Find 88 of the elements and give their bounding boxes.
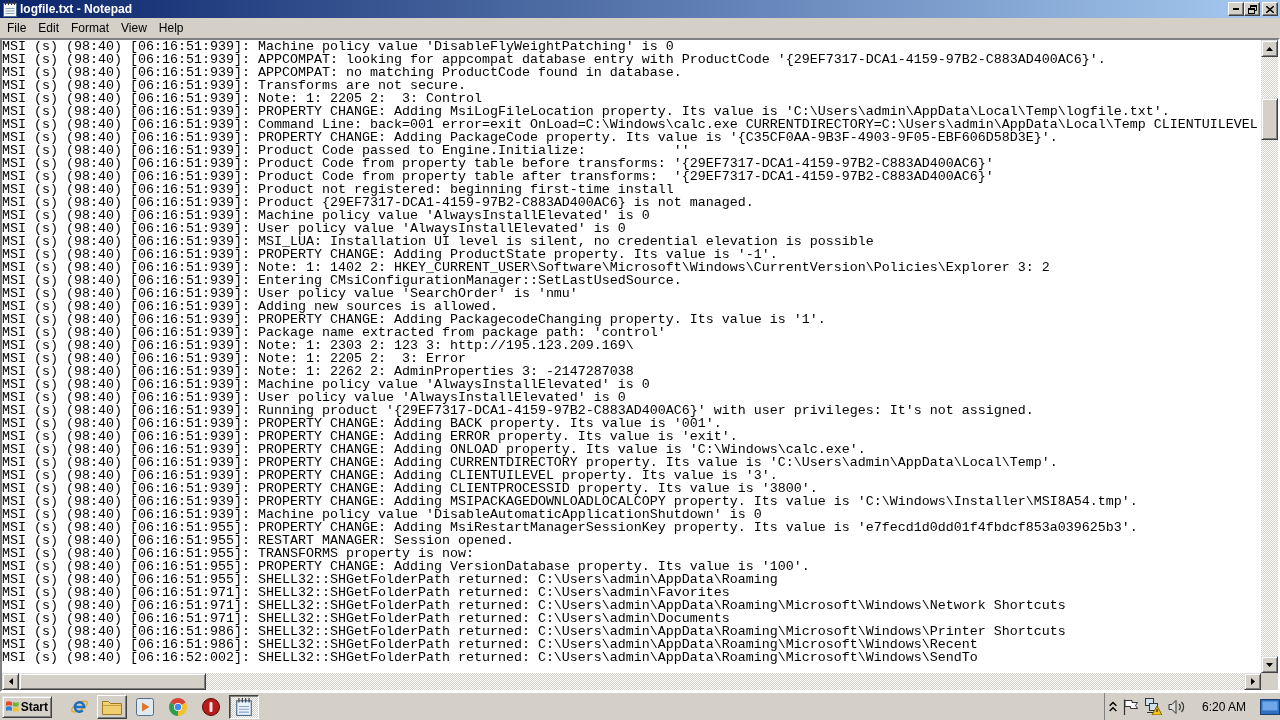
log-line: MSI (s) (98:40) [06:16:51:939]: PROPERTY CHANGE: Adding CLIENTUILEVEL property. Its value is '3'. [2,469,778,482]
log-line: MSI (s) (98:40) [06:16:51:939]: Product not registered: beginning first-time install [2,183,674,196]
log-line: MSI (s) (98:40) [06:16:51:939]: PROPERTY CHANGE: Adding ONLOAD property. Its value is 'C:\Windows\calc.exe'. [2,443,866,456]
log-line: MSI (s) (98:40) [06:16:51:939]: Machine policy value 'DisableAutomaticApplicationShutdown' is 0 [2,508,762,521]
log-line: MSI (s) (98:40) [06:16:51:939]: Transforms are not secure. [2,79,466,92]
window-title: logfile.txt - Notepad [20,2,132,16]
scroll-right-button[interactable] [1244,673,1261,690]
log-line: MSI (s) (98:40) [06:16:51:939]: Product {29EF7317-DCA1-4159-97B2-C883AD400AC6} is not managed. [2,196,754,209]
log-line: MSI (s) (98:40) [06:16:51:971]: SHELL32::SHGetFolderPath returned: C:\Users\admin\Favorites [2,586,730,599]
log-line: MSI (s) (98:40) [06:16:51:971]: SHELL32::SHGetFolderPath returned: C:\Users\admin\AppData\Roaming\Microsoft\Windows\Network Shortcuts [2,599,1066,612]
log-line: MSI (s) (98:40) [06:16:51:939]: Note: 1: 1402 2: HKEY_CURRENT_USER\Software\Microsoft\Windows\CurrentVersion\Policies\Explorer 3: 2 [2,261,1050,274]
log-line: MSI (s) (98:40) [06:16:51:939]: PROPERTY CHANGE: Adding ERROR property. Its value is 'exit'. [2,430,738,443]
letter-e-orbit-icon [69,697,89,716]
log-line: MSI (s) (98:40) [06:16:51:939]: Note: 1: 2205 2: 3: Error [2,352,466,365]
scroll-down-button[interactable] [1261,656,1278,673]
log-line: MSI (s) (98:40) [06:16:51:939]: Note: 1: 2205 2: 3: Control [2,92,482,105]
log-line: MSI (s) (98:40) [06:16:51:939]: PROPERTY CHANGE: Adding PackagecodeChanging property. Its value is '1'. [2,313,826,326]
log-line: MSI (s) (98:40) [06:16:51:986]: SHELL32::SHGetFolderPath returned: C:\Users\admin\AppData\Roaming\Microsoft\Windows\Recent [2,638,978,651]
four-color-flag-icon [6,699,19,714]
log-line: MSI (s) (98:40) [06:16:51:955]: RESTART MANAGER: Session opened. [2,534,514,547]
log-line: MSI (s) (98:40) [06:16:51:971]: SHELL32::SHGetFolderPath returned: C:\Users\admin\Documents [2,612,730,625]
speaker-icon[interactable] [1167,698,1186,715]
log-line: MSI (s) (98:40) [06:16:51:939]: User policy value 'SearchOrder' is 'nmu' [2,287,578,300]
log-line: MSI (s) (98:40) [06:16:51:955]: PROPERTY CHANGE: Adding MsiRestartManagerSessionKey property. Its value is 'e7fecd1d0dd01f4fbdcf853a039625b3'. [2,521,1138,534]
log-line: MSI (s) (98:40) [06:16:51:939]: User policy value 'AlwaysInstallElevated' is 0 [2,391,626,404]
log-line: MSI (s) (98:40) [06:16:51:939]: Product Code passed to Engine.Initialize: '' [2,144,690,157]
log-line: MSI (s) (98:40) [06:16:51:939]: User policy value 'AlwaysInstallElevated' is 0 [2,222,626,235]
menu-item[interactable]: View [115,20,153,36]
log-line: MSI (s) (98:40) [06:16:52:002]: SHELL32::SHGetFolderPath returned: C:\Users\admin\AppData\Roaming\Microsoft\Windows\SendTo [2,651,978,664]
folder-icon [102,698,122,715]
log-line: MSI (s) (98:40) [06:16:51:939]: Machine policy value 'DisableFlyWeightPatching' is 0 [2,40,674,53]
segmented-circle-icon [169,697,187,716]
log-line: MSI (s) (98:40) [06:16:51:939]: PROPERTY CHANGE: Adding MsiLogFileLocation property. Its value is 'C:\Users\admin\AppData\Local\Temp\logfile.txt'. [2,105,1170,118]
show-hidden-icons-button[interactable] [1108,701,1117,712]
log-line: MSI (s) (98:40) [06:16:51:939]: Entering CMsiConfigurationManager::SetLastUsedSource. [2,274,682,287]
flag-icon[interactable] [1122,698,1139,715]
restore-icon [1247,4,1257,14]
log-line: MSI (s) (98:40) [06:16:51:955]: SHELL32::SHGetFolderPath returned: C:\Users\admin\AppData\Roaming [2,573,778,586]
clock-time[interactable]: 6:20 AM [1201,699,1246,714]
play-icon [136,697,154,716]
close-button[interactable] [1262,2,1278,16]
menu-item[interactable]: Edit [32,20,66,36]
scroll-left-button[interactable] [2,673,19,690]
notepad-icon [3,1,17,17]
log-line: MSI (s) (98:40) [06:16:51:939]: PROPERTY CHANGE: Adding CURRENTDIRECTORY property. Its value is 'C:\Users\admin\AppData\Local\Temp'. [2,456,1058,469]
text-area[interactable] [2,40,1261,673]
log-line: MSI (s) (98:40) [06:16:51:939]: Note: 1: 2303 2: 123 3: http://195.123.209.169\ [2,339,634,352]
log-line: MSI (s) (98:40) [06:16:51:939]: Adding new sources is allowed. [2,300,498,313]
triangle-right-icon [1250,678,1255,685]
menu-item[interactable]: Format [65,20,116,36]
triangle-left-icon [8,678,13,685]
log-line: MSI (s) (98:40) [06:16:51:939]: PROPERTY CHANGE: Adding CLIENTPROCESSID property. Its value is '3800'. [2,482,818,495]
menu-item[interactable]: File [1,20,33,36]
log-line: MSI (s) (98:40) [06:16:51:939]: Command Line: back=001 error=exit OnLoad=C:\Windows\calc.exe CURRENTDIRECTORY=C:\Users\admin\AppData\Local\Temp CLIENTUILEVEL [2,118,1258,131]
log-line: MSI (s) (98:40) [06:16:51:939]: Machine policy value 'AlwaysInstallElevated' is 0 [2,209,650,222]
double-chevron-up-icon [1108,701,1117,712]
start-button[interactable]: Start [2,695,52,718]
network-warning-icon[interactable] [1144,698,1162,715]
scrollbar-thumb[interactable] [19,673,206,690]
log-line: MSI (s) (98:40) [06:16:51:955]: PROPERTY CHANGE: Adding VersionDatabase property. Its value is '100'. [2,560,810,573]
log-line: MSI (s) (98:40) [06:16:51:939]: Note: 1: 2262 2: AdminProperties 3: -2147287038 [2,365,634,378]
log-line: MSI (s) (98:40) [06:16:51:986]: SHELL32::SHGetFolderPath returned: C:\Users\admin\AppData\Roaming\Microsoft\Windows\Printer Shortcuts [2,625,1066,638]
log-line: MSI (s) (98:40) [06:16:51:939]: PROPERTY CHANGE: Adding MSIPACKAGEDOWNLOADLOCALCOPY property. Its value is 'C:\Windows\Installer\MSI8A54.tmp'. [2,495,1138,508]
scroll-up-button[interactable] [1261,40,1278,57]
triangle-up-icon [1266,46,1273,51]
log-line: MSI (s) (98:40) [06:16:51:939]: Product Code from property table before transforms: '{29EF7317-DCA1-4159-97B2-C883AD400AC6}' [2,157,994,170]
log-line: MSI (s) (98:40) [06:16:51:955]: TRANSFORMS property is now: [2,547,474,560]
notepad-icon [236,697,252,716]
log-line: MSI (s) (98:40) [06:16:51:939]: APPCOMPAT: no matching ProductCode found in database. [2,66,682,79]
menu-item[interactable]: Help [152,20,190,36]
triangle-down-icon [1266,662,1273,667]
log-line: MSI (s) (98:40) [06:16:51:939]: PROPERTY CHANGE: Adding BACK property. Its value is '001'. [2,417,722,430]
log-line: MSI (s) (98:40) [06:16:51:939]: Running product '{29EF7317-DCA1-4159-97B2-C883AD400AC6}' with user privileges: It's not assigned. [2,404,1034,417]
scrollbar-thumb[interactable] [1261,98,1278,140]
taskbar-button[interactable] [229,694,259,719]
log-line: MSI (s) (98:40) [06:16:51:939]: Product Code from property table after transforms: '{29EF7317-DCA1-4159-97B2-C883AD400AC6}' [2,170,994,183]
circle-bar-icon [202,697,220,716]
log-line: MSI (s) (98:40) [06:16:51:939]: MSI_LUA: Installation UI level is silent, no credential elevation is possible [2,235,874,248]
log-line: MSI (s) (98:40) [06:16:51:939]: PROPERTY CHANGE: Adding PackageCode property. Its value is '{C35CF0AA-9B3F-4903-9F05-EBF606D58D3E}'. [2,131,1058,144]
monitor-icon[interactable] [1260,698,1280,715]
minimize-button[interactable] [1228,2,1244,16]
minimize-icon [1233,8,1239,10]
log-line: MSI (s) (98:40) [06:16:51:939]: PROPERTY CHANGE: Adding ProductState property. Its value is '-1'. [2,248,778,261]
log-line: MSI (s) (98:40) [06:16:51:939]: APPCOMPAT: looking for appcompat database entry with ProductCode '{29EF7317-DCA1-4159-97B2-C883AD400AC6}'. [2,53,1106,66]
log-line: MSI (s) (98:40) [06:16:51:939]: Machine policy value 'AlwaysInstallElevated' is 0 [2,378,650,391]
log-line: MSI (s) (98:40) [06:16:51:939]: Package name extracted from package path: 'control' [2,326,666,339]
restore-button[interactable] [1244,2,1260,16]
close-icon [1266,5,1274,13]
